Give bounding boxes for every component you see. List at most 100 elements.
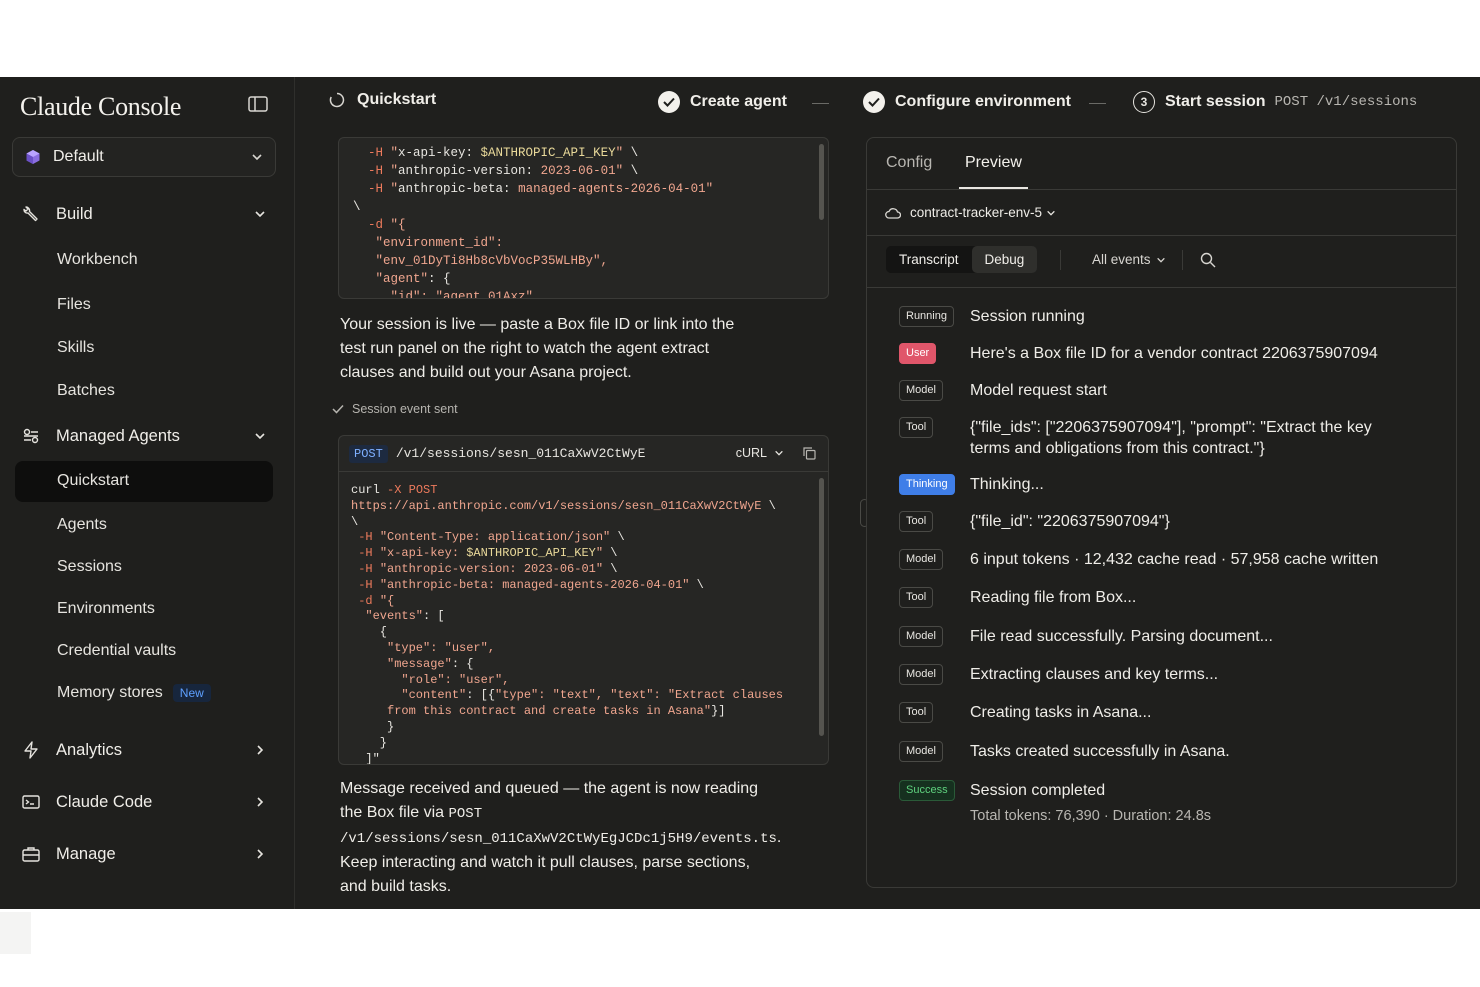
event-text: Tasks created successfully in Asana. (970, 743, 1230, 760)
nav-group-managed-agents[interactable]: Managed Agents (22, 421, 270, 451)
step-start-session[interactable]: 3 Start session POST /v1/sessions (1133, 91, 1417, 113)
wrench-icon (23, 206, 38, 222)
code-header: POST /v1/sessions/sesn_011CaXwV2CtWyE cU… (339, 436, 828, 472)
quickstart-header: Quickstart (329, 91, 436, 109)
chevron-down-icon (1156, 257, 1165, 263)
sidebar-toggle-icon[interactable] (248, 96, 268, 112)
event-text: Reading file from Box... (970, 589, 1137, 606)
step-divider (1089, 103, 1106, 104)
nav-group-build[interactable]: Build (22, 199, 270, 229)
event-text: Extracting clauses and key terms... (970, 666, 1219, 683)
nav-group-label: Claude Code (56, 792, 153, 811)
sidebar-item-quickstart[interactable]: Quickstart (57, 469, 129, 493)
sidebar: Claude Console Default Build Workbench F… (0, 77, 295, 909)
session-create-code[interactable]: --- ----- -H "x-api-key: $ANTHROPIC_API_… (338, 137, 829, 299)
sidebar-item-environments[interactable]: Environments (57, 597, 155, 621)
event-tag: Tool (899, 702, 934, 723)
console-app: Claude Console Default Build Workbench F… (0, 77, 1480, 909)
event-text: {"file_id": "2206375907094"} (970, 513, 1170, 530)
sidebar-item-skills[interactable]: Skills (57, 336, 94, 360)
nav-group-claude-code[interactable]: Claude Code (22, 787, 270, 817)
message-queued-text: Message received and queued — the agent … (340, 777, 781, 899)
tab-preview[interactable]: Preview (965, 154, 1022, 172)
step-configure-environment[interactable]: Configure environment (863, 91, 1071, 113)
sidebar-item-files[interactable]: Files (57, 293, 91, 317)
lightning-icon (24, 741, 38, 759)
method-badge: POST (349, 444, 388, 463)
event-tag: Tool (899, 417, 934, 438)
transcript-button[interactable]: Transcript (886, 246, 972, 273)
active-item-highlight (15, 461, 273, 502)
chevron-down-icon (775, 450, 783, 456)
active-tab-indicator (959, 187, 1028, 189)
sidebar-item-sessions[interactable]: Sessions (57, 555, 122, 579)
search-icon[interactable] (1200, 252, 1216, 268)
step-label: Create agent (690, 93, 787, 110)
language-select[interactable]: cURL (736, 446, 784, 460)
terminal-icon (22, 795, 40, 809)
chevron-down-icon (1047, 210, 1055, 216)
org-name: Default (53, 148, 104, 165)
chevron-right-icon (257, 849, 264, 859)
copy-icon[interactable] (803, 447, 816, 460)
scrollbar[interactable] (819, 144, 824, 220)
event-tag: Thinking (899, 474, 955, 495)
debug-button[interactable]: Debug (971, 246, 1038, 273)
chevron-down-icon (255, 211, 265, 218)
step-create-agent[interactable]: Create agent (658, 91, 787, 113)
sidebar-item-credential-vaults[interactable]: Credential vaults (57, 639, 176, 663)
nav-group-label: Manage (56, 844, 116, 863)
code-block: curl -X POST https://api.anthropic.com/v… (351, 483, 784, 765)
event-tag: Model (899, 741, 943, 762)
session-live-text: Your session is live — paste a Box file … (340, 316, 735, 381)
event-tag: Tool (899, 511, 934, 532)
event-post-code[interactable]: POST /v1/sessions/sesn_011CaXwV2CtWyE cU… (338, 435, 829, 765)
event-tag: User (899, 343, 937, 364)
org-selector[interactable]: Default (12, 137, 276, 177)
sidebar-item-workbench[interactable]: Workbench (57, 248, 138, 272)
tab-config[interactable]: Config (886, 154, 932, 172)
event-text: Session running (970, 308, 1085, 325)
step-divider (812, 103, 829, 104)
code-block: --- ----- -H "x-api-key: $ANTHROPIC_API_… (353, 138, 714, 299)
nav-group-analytics[interactable]: Analytics (22, 735, 270, 765)
check-icon (658, 91, 680, 113)
sidebar-item-batches[interactable]: Batches (57, 379, 115, 403)
event-tag: Running (899, 306, 954, 327)
chevron-down-icon (252, 154, 262, 161)
step-endpoint: POST /v1/sessions (1274, 94, 1418, 110)
event-text: File read successfully. Parsing document… (970, 628, 1273, 645)
environment-selector[interactable]: contract-tracker-env-5 (867, 190, 1456, 236)
nav-group-label: Managed Agents (56, 426, 180, 445)
spinner-icon (329, 92, 345, 108)
nav-group-manage[interactable]: Manage (22, 839, 270, 869)
panel-tabs: Config Preview (867, 138, 1456, 190)
event-tag: Success (899, 780, 955, 801)
event-text: Thinking... (970, 476, 1044, 493)
view-toggle: Transcript Debug (886, 246, 1038, 273)
quickstart-stepper: Quickstart Create agent Configure enviro… (295, 77, 1480, 129)
event-text: Here's a Box file ID for a vendor contra… (970, 345, 1378, 362)
quickstart-title: Quickstart (357, 91, 437, 108)
event-tag: Tool (899, 587, 934, 608)
environment-name: contract-tracker-env-5 (910, 205, 1043, 220)
event-tag: Model (899, 549, 943, 570)
cube-icon (26, 150, 40, 164)
nav-group-label: Build (56, 204, 93, 223)
event-filter-select[interactable]: All events (1092, 252, 1166, 267)
agents-icon (23, 428, 39, 444)
event-text: {"file_ids": ["2206375907094"], "prompt"… (970, 419, 1372, 457)
scrollbar[interactable] (819, 478, 824, 736)
divider (1060, 250, 1061, 270)
cloud-icon (885, 207, 901, 219)
event-sent-label: Session event sent (352, 402, 458, 416)
step-label: Start session (1165, 93, 1266, 110)
chevron-down-icon (255, 433, 265, 440)
event-filter-label: All events (1092, 252, 1151, 267)
briefcase-icon (22, 847, 40, 862)
page-fragment (0, 912, 31, 954)
request-path: /v1/sessions/sesn_011CaXwV2CtWyE (395, 446, 646, 461)
check-icon (332, 404, 344, 414)
sidebar-item-agents[interactable]: Agents (57, 513, 107, 537)
sidebar-item-memory-stores[interactable]: Memory stores New (57, 681, 211, 705)
